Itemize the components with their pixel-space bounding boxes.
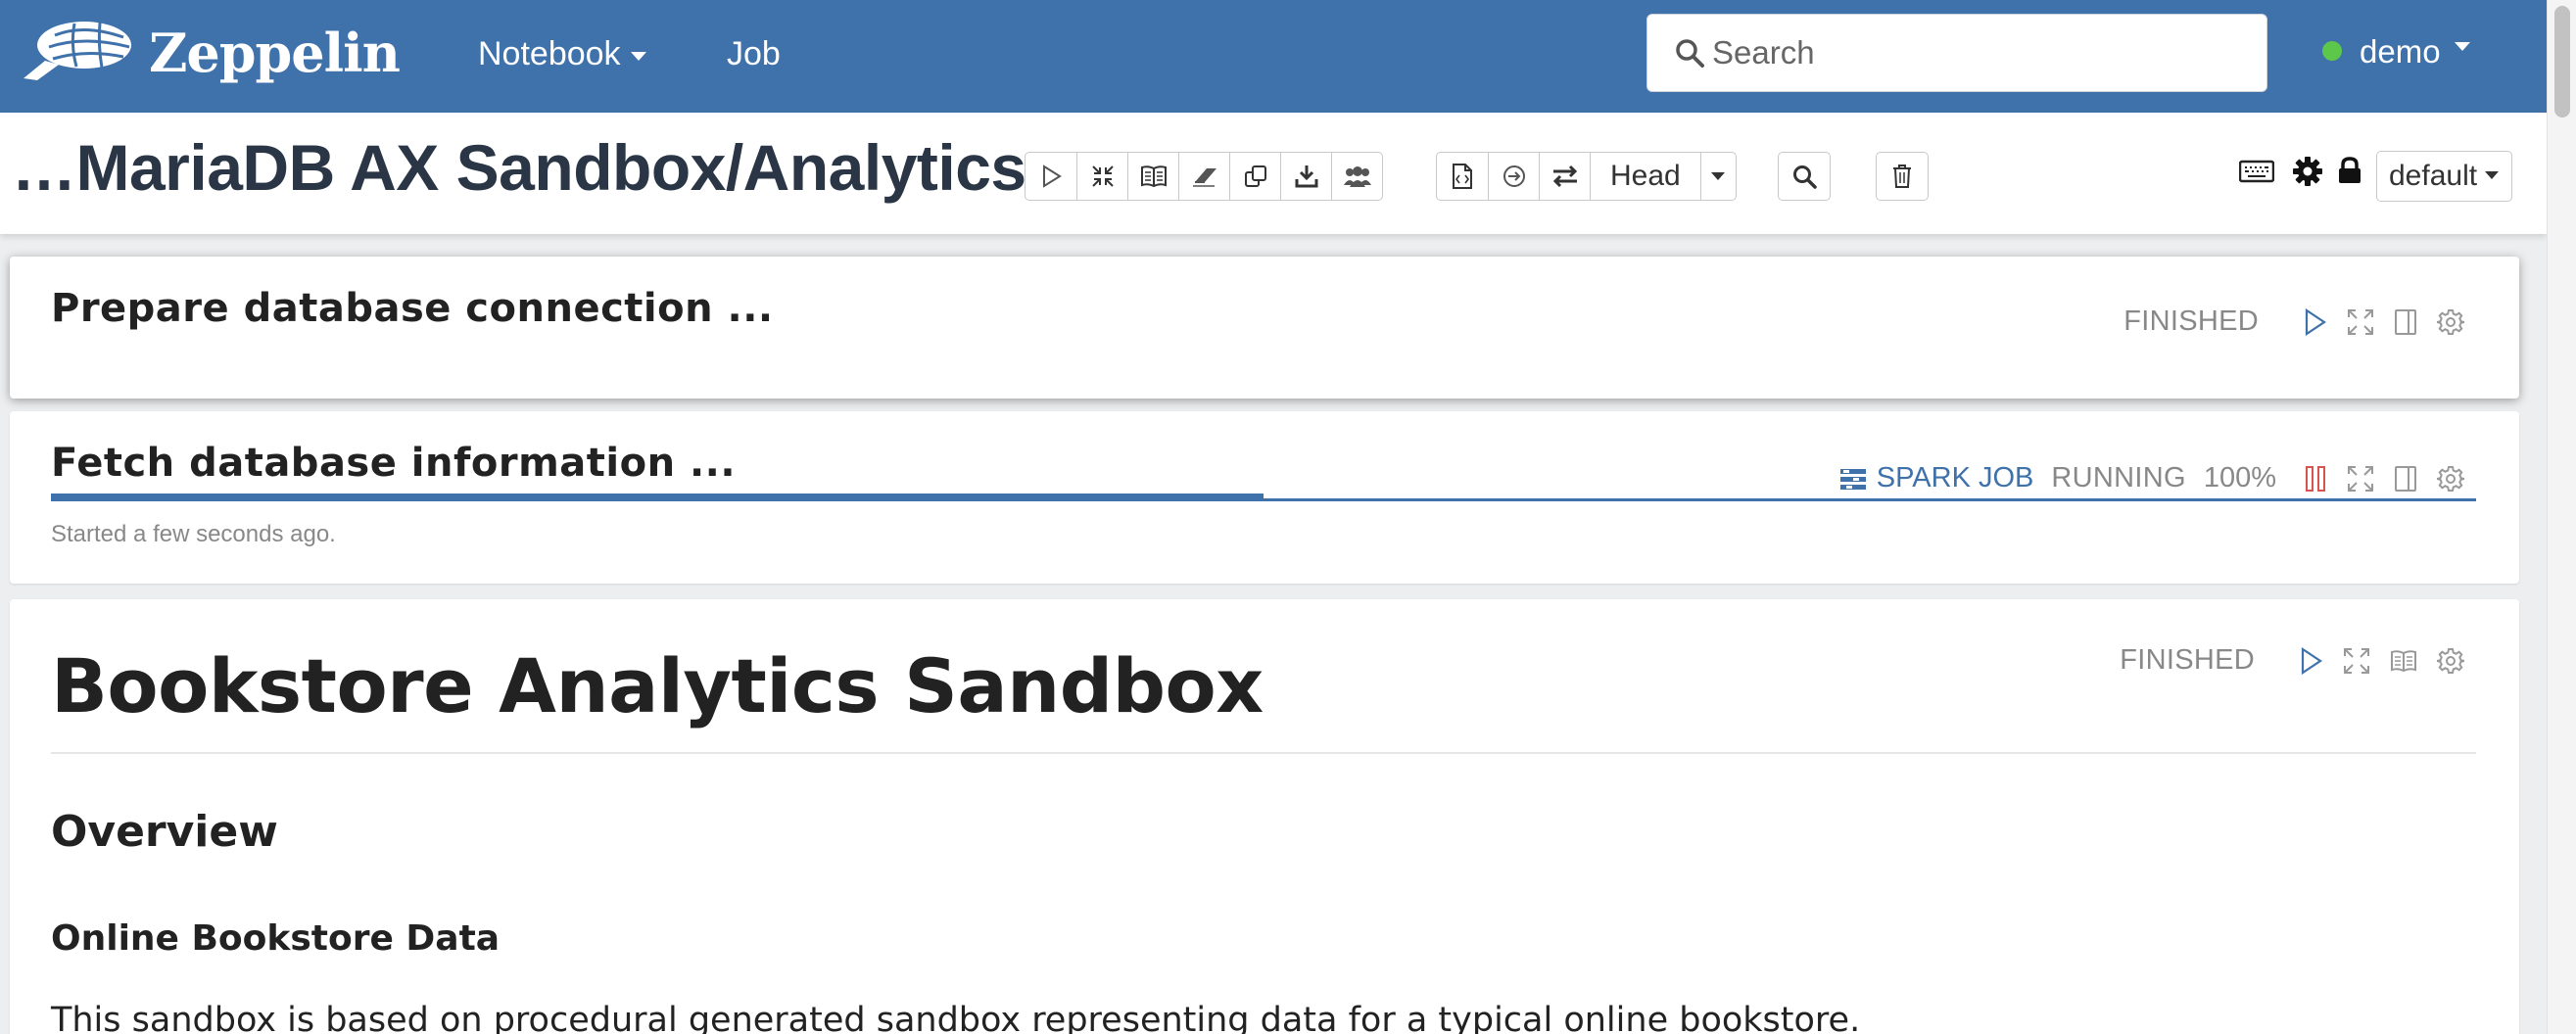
markdown-paragraph: This sandbox is based on procedural gene…	[51, 1001, 1861, 1034]
delete-note-button[interactable]	[1877, 153, 1928, 200]
clear-output-button[interactable]	[1178, 153, 1229, 200]
paragraph-controls: FINISHED	[2123, 306, 2464, 338]
commit-button[interactable]	[1488, 153, 1539, 200]
online-status-icon	[2322, 41, 2342, 61]
status-badge: FINISHED	[2120, 644, 2255, 676]
status-badge: RUNNING	[2051, 462, 2186, 494]
compare-revisions-button[interactable]	[1539, 153, 1590, 200]
toggle-code-button[interactable]	[1076, 153, 1127, 200]
chevron-down-icon	[2485, 171, 2500, 179]
version-control-group: Head	[1436, 152, 1737, 201]
paragraph-markdown[interactable]: FINISHED Bookstore Analytics Sandbox Ove…	[10, 599, 2519, 1034]
look-and-feel-label: default	[2389, 160, 2478, 192]
download-icon	[1294, 164, 1319, 189]
revision-dropdown-button[interactable]	[1699, 153, 1736, 200]
paragraph-title[interactable]: Fetch database information ...	[51, 441, 736, 486]
pause-button[interactable]	[2304, 465, 2327, 493]
job-link[interactable]: Job	[727, 35, 781, 73]
markdown-heading-1: Bookstore Analytics Sandbox	[51, 642, 1264, 729]
markdown-heading-3: Online Bookstore Data	[51, 918, 501, 959]
chevron-down-icon	[2454, 42, 2470, 51]
run-paragraph-button[interactable]	[2304, 307, 2327, 336]
exchange-icon	[1550, 164, 1580, 189]
eraser-icon	[1191, 164, 1218, 189]
search-icon	[1675, 38, 1704, 68]
expand-icon[interactable]	[2343, 647, 2370, 675]
collapse-icon	[1090, 164, 1116, 189]
notebook-menu-label: Notebook	[478, 35, 621, 72]
gear-icon	[2292, 156, 2323, 187]
paragraph-fetch-info[interactable]: Fetch database information ... SPARK JOB…	[10, 411, 2519, 584]
paragraph-prepare-connection[interactable]: Prepare database connection ... FINISHED	[10, 257, 2519, 399]
toggle-editor-icon[interactable]	[2394, 465, 2417, 493]
top-navbar: Zeppelin Notebook Job demo	[0, 0, 2547, 113]
book-icon[interactable]	[2390, 648, 2417, 674]
tasks-icon	[1839, 467, 1867, 491]
permissions-button[interactable]	[2337, 156, 2362, 185]
version-file-button[interactable]	[1437, 153, 1488, 200]
progress-fill	[51, 494, 1264, 501]
progress-percent: 100%	[2203, 462, 2276, 494]
copy-icon	[1243, 164, 1268, 189]
run-all-button[interactable]	[1026, 153, 1076, 200]
notebook-actions-group	[1025, 152, 1383, 201]
paragraph-settings-gear-icon[interactable]	[2437, 465, 2464, 493]
run-paragraph-button[interactable]	[2300, 646, 2323, 675]
revision-label: Head	[1610, 160, 1681, 192]
markdown-heading-2: Overview	[51, 807, 278, 857]
scrollbar-thumb[interactable]	[2554, 6, 2570, 118]
page-scrollbar[interactable]	[2547, 0, 2576, 1034]
username: demo	[2360, 33, 2441, 70]
look-and-feel-select[interactable]: default	[2376, 151, 2512, 202]
lock-icon	[2337, 156, 2362, 185]
play-icon	[1038, 164, 1064, 189]
chevron-down-icon	[630, 51, 646, 61]
user-menu[interactable]: demo	[2322, 33, 2470, 70]
brand-name[interactable]: Zeppelin	[149, 22, 401, 84]
paragraph-title[interactable]: Prepare database connection ...	[51, 286, 774, 331]
paragraph-controls: FINISHED	[2120, 644, 2464, 677]
trash-icon	[1890, 163, 1914, 190]
spark-job-link[interactable]: SPARK JOB	[1839, 462, 2034, 494]
paragraph-settings-gear-icon[interactable]	[2437, 647, 2464, 675]
interpreter-settings-button[interactable]	[2292, 156, 2323, 187]
divider	[51, 752, 2476, 754]
clone-note-button[interactable]	[1229, 153, 1280, 200]
users-icon	[1341, 164, 1374, 189]
chevron-down-icon	[1710, 171, 1726, 181]
search-input[interactable]	[1712, 28, 2241, 77]
file-code-icon	[1451, 163, 1474, 190]
progress-bar	[51, 494, 2476, 501]
keyboard-icon	[2239, 160, 2274, 183]
expand-icon[interactable]	[2347, 465, 2374, 493]
started-time: Started a few seconds ago.	[51, 521, 336, 547]
notebook-header: …MariaDB AX Sandbox/Analytics Head defau…	[0, 113, 2547, 234]
zeppelin-logo-icon[interactable]	[16, 14, 133, 86]
expand-icon[interactable]	[2347, 308, 2374, 336]
export-note-button[interactable]	[1280, 153, 1331, 200]
toggle-output-button[interactable]	[1127, 153, 1178, 200]
keyboard-shortcuts-button[interactable]	[2239, 160, 2274, 183]
spark-job-label: SPARK JOB	[1876, 462, 2034, 494]
paragraph-settings-gear-icon[interactable]	[2437, 308, 2464, 336]
status-badge: FINISHED	[2123, 306, 2259, 337]
arrow-circle-icon	[1502, 164, 1527, 189]
notebook-menu[interactable]: Notebook	[478, 35, 646, 73]
collaborators-button[interactable]	[1331, 153, 1382, 200]
notebook-title[interactable]: …MariaDB AX Sandbox/Analytics	[12, 130, 1026, 205]
book-icon	[1140, 164, 1168, 189]
revision-select[interactable]: Head	[1590, 153, 1700, 200]
search-code-group	[1778, 152, 1831, 201]
toggle-editor-icon[interactable]	[2394, 308, 2417, 336]
search-code-button[interactable]	[1779, 153, 1830, 200]
search-icon	[1791, 164, 1817, 189]
delete-group	[1876, 152, 1929, 201]
search-box	[1646, 14, 2267, 92]
paragraph-controls: SPARK JOB RUNNING 100%	[1839, 462, 2464, 494]
